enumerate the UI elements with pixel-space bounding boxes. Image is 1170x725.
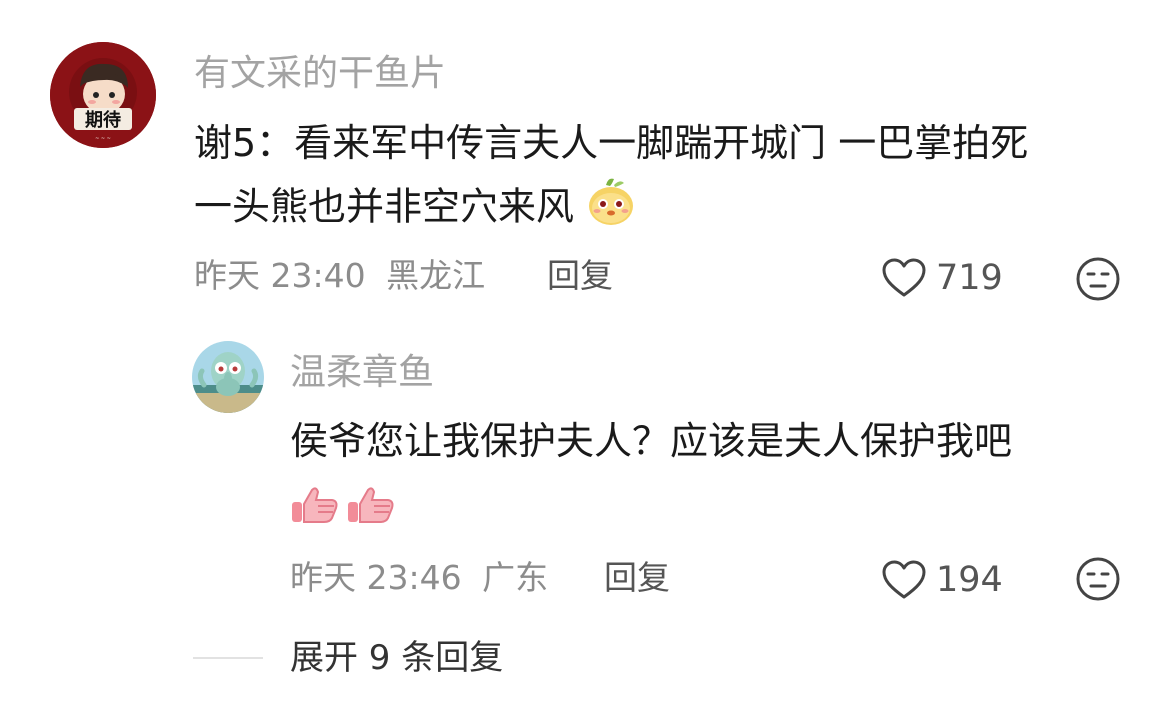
reply-reply-button[interactable]: 回复 [604, 558, 670, 598]
avatar-sign-text: 期待 [85, 109, 121, 131]
reply-avatar[interactable] [192, 341, 264, 413]
expand-replies-button[interactable]: 展开 9 条回复 [290, 638, 503, 678]
comment-text-line2: 一头熊也并非空穴来风 [194, 184, 575, 229]
avatar-image: 期待 ~ ~ ~ [50, 42, 156, 148]
comment-location: 黑龙江 [386, 256, 486, 295]
like-button[interactable]: 719 [880, 256, 1003, 300]
thumbs-up-emoji [288, 484, 340, 528]
meh-face-icon [1076, 557, 1120, 601]
reply-like-count: 194 [936, 560, 1003, 600]
reply-emojis [288, 484, 396, 528]
bean-smile-emoji [586, 175, 636, 243]
comment-text-line2-wrap: 一头熊也并非空穴来风 [194, 175, 636, 243]
reply-time: 昨天 23:46 [290, 558, 462, 597]
reply-dislike-button[interactable] [1075, 556, 1121, 602]
comment-text-line1: 谢5：看来军中传言夫人一脚踹开城门 一巴掌拍死 [194, 121, 1029, 165]
comment-time: 昨天 23:40 [194, 256, 366, 295]
thumbs-up-emoji [344, 484, 396, 528]
reply-button[interactable]: 回复 [547, 256, 613, 296]
svg-text:~ ~ ~: ~ ~ ~ [95, 136, 111, 142]
reply-text: 侯爷您让我保护夫人？应该是夫人保护我吧 [290, 419, 1013, 463]
heart-icon [880, 257, 928, 299]
reply-avatar-image [192, 341, 264, 413]
avatar[interactable]: 期待 ~ ~ ~ [50, 42, 156, 148]
like-count: 719 [936, 258, 1003, 298]
meh-face-icon [1076, 257, 1120, 301]
reply-like-button[interactable]: 194 [880, 558, 1003, 602]
heart-icon [880, 559, 928, 601]
reply-username[interactable]: 温柔章鱼 [290, 351, 434, 395]
reply-meta: 昨天 23:46 广东 [290, 558, 548, 598]
expand-divider [193, 657, 263, 659]
reply-location: 广东 [482, 558, 549, 597]
comment-meta: 昨天 23:40 黑龙江 [194, 256, 485, 296]
dislike-button[interactable] [1075, 256, 1121, 302]
comment-username[interactable]: 有文采的干鱼片 [194, 52, 446, 96]
